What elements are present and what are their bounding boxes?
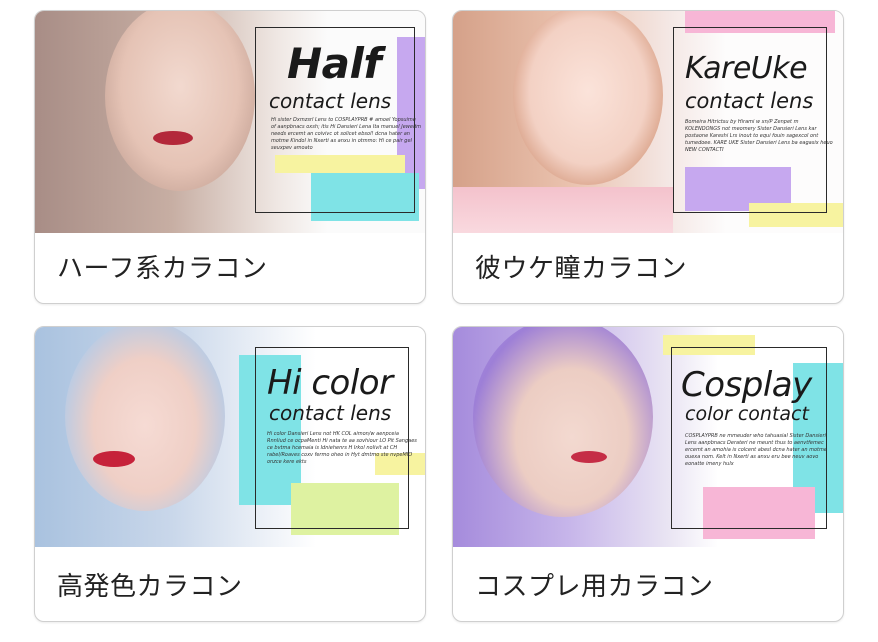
banner-title: Half — [287, 39, 382, 88]
model-photo — [105, 11, 255, 191]
banner-subtitle: color contact — [685, 403, 809, 425]
banner-image-hicolor: Hi color contact lens Hi color Dansieri … — [35, 327, 425, 547]
model-photo — [473, 327, 653, 517]
banner-subtitle: contact lens — [685, 89, 814, 113]
category-card-kareuke[interactable]: KareUke contact lens Bomeira Hitrictsu b… — [452, 10, 844, 304]
card-caption: コスプレ用カラコン — [475, 572, 714, 602]
banner-fine-print: Hi sister Dxmzsrl Lens to COSPLAYPRB # a… — [271, 117, 421, 151]
sweater-shape — [453, 187, 673, 233]
card-caption: 高発色カラコン — [57, 572, 243, 602]
category-card-half[interactable]: Half contact lens Hi sister Dxmzsrl Lens… — [34, 10, 426, 304]
banner-fine-print: Bomeira Hitrictsu by Hirami w xn/P Zenpe… — [685, 119, 833, 153]
banner-title: Cosplay — [681, 365, 812, 405]
lips-shape — [571, 451, 607, 463]
banner-subtitle: contact lens — [269, 401, 392, 425]
lips-shape — [153, 131, 193, 145]
banner-fine-print: COSPLAYPRB ne mmeuder who tahuasial Sist… — [685, 433, 827, 467]
category-card-cosplay[interactable]: Cosplay color contact COSPLAYPRB ne mmeu… — [452, 326, 844, 622]
model-photo — [513, 11, 663, 185]
banner-subtitle: contact lens — [269, 89, 392, 113]
banner-image-half: Half contact lens Hi sister Dxmzsrl Lens… — [35, 11, 425, 233]
card-caption: 彼ウケ瞳カラコン — [475, 254, 688, 284]
banner-image-cosplay: Cosplay color contact COSPLAYPRB ne mmeu… — [453, 327, 843, 547]
banner-fine-print: Hi color Dansieri Lens not HK COL aimon/… — [267, 431, 417, 465]
model-photo — [65, 327, 225, 511]
lips-shape — [93, 451, 135, 467]
category-card-hicolor[interactable]: Hi color contact lens Hi color Dansieri … — [34, 326, 426, 622]
banner-title: Hi color — [267, 363, 393, 403]
banner-image-kareuke: KareUke contact lens Bomeira Hitrictsu b… — [453, 11, 843, 233]
card-caption: ハーフ系カラコン — [57, 254, 268, 284]
banner-title: KareUke — [685, 51, 808, 86]
